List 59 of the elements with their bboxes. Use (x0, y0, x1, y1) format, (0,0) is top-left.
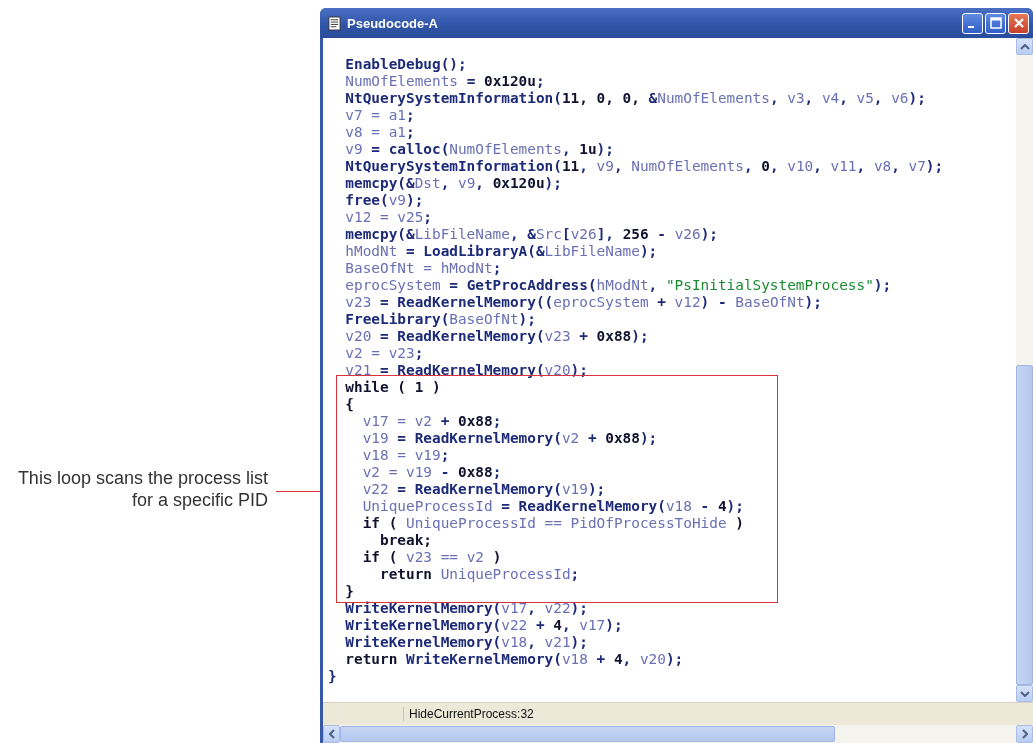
code-line: v18 = v19; (361, 447, 451, 464)
caret-up-icon (1019, 43, 1030, 50)
code-line: v22 = ReadKernelMemory(v19); (361, 481, 607, 498)
code-line: v23 = ReadKernelMemory((eprocSystem + v12) - BaseOfNt); (344, 294, 823, 311)
code-line: return UniqueProcessId; (378, 566, 581, 583)
scroll-down-button[interactable] (1016, 685, 1033, 702)
code-line: WriteKernelMemory(v17, v22); (344, 600, 589, 617)
code-line: v19 = ReadKernelMemory(v2 + 0x88); (361, 430, 659, 447)
code-line: eprocSystem = GetProcAddress(hModNt, "PsInitialSystemProcess"); (344, 277, 893, 294)
scroll-left-button[interactable] (323, 725, 340, 743)
code-line: hModNt = LoadLibraryA(&LibFileName); (344, 243, 659, 260)
code-line: FreeLibrary(BaseOfNt); (344, 311, 537, 328)
status-text: HideCurrentProcess:32 (403, 707, 534, 721)
vertical-scrollbar[interactable] (1016, 38, 1033, 702)
code-line: while ( 1 ) (344, 379, 442, 396)
code-line: WriteKernelMemory(v22 + 4, v17); (344, 617, 624, 634)
code-line: if ( v23 == v2 ) (361, 549, 503, 566)
code-line: v20 = ReadKernelMemory(v23 + 0x88); (344, 328, 650, 345)
code-line: NumOfElements = 0x120u; (344, 73, 546, 90)
code-line: return WriteKernelMemory(v18 + 4, v20); (344, 651, 685, 668)
maximize-icon (989, 17, 1002, 29)
scroll-thumb[interactable] (340, 726, 835, 742)
code-line: } (344, 583, 355, 600)
scroll-thumb[interactable] (1016, 365, 1033, 685)
scroll-up-button[interactable] (1016, 38, 1033, 55)
annotation-text: This loop scans the process list for a specific PID (16, 467, 268, 511)
leader-line (276, 491, 322, 492)
code-line: if ( UniqueProcessId == PidOfProcessToHide ) (361, 515, 745, 532)
code-line: { (344, 396, 355, 413)
caret-right-icon (1021, 729, 1028, 739)
code-line: v8 = a1; (344, 124, 416, 141)
minimize-button[interactable] (962, 12, 983, 34)
scroll-right-button[interactable] (1016, 725, 1033, 743)
close-button[interactable] (1008, 12, 1029, 34)
code-line: NtQuerySystemInformation(11, 0, 0, &NumOfElements, v3, v4, v5, v6); (344, 90, 927, 107)
code-line: UniqueProcessId = ReadKernelMemory(v18 - 4); (361, 498, 745, 515)
minimize-icon (967, 26, 974, 28)
code-line: EnableDebug(); (344, 56, 468, 73)
code-line: v2 = v23; (344, 345, 425, 362)
horizontal-scrollbar[interactable] (323, 725, 1033, 743)
code-line: memcpy(&LibFileName, &Src[v26], 256 - v26); (344, 226, 719, 243)
code-line: BaseOfNt = hModNt; (344, 260, 503, 277)
code-line: break; (378, 532, 433, 549)
code-line: WriteKernelMemory(v18, v21); (344, 634, 589, 651)
code-line: v2 = v19 - 0x88; (361, 464, 503, 481)
document-icon (328, 15, 341, 31)
window-title: Pseudocode-A (347, 15, 439, 31)
caret-down-icon (1019, 690, 1030, 697)
caret-left-icon (328, 729, 335, 739)
code-line: v17 = v2 + 0x88; (361, 413, 503, 430)
code-line: memcpy(&Dst, v9, 0x120u); (344, 175, 563, 192)
code-line: NtQuerySystemInformation(11, v9, NumOfElements, 0, v10, v11, v8, v7); (344, 158, 945, 175)
code-line: v9 = calloc(NumOfElements, 1u); (344, 141, 615, 158)
code-line: v12 = v25; (344, 209, 433, 226)
code-line: } (328, 668, 338, 685)
code-line: free(v9); (344, 192, 425, 209)
code-line: v7 = a1; (344, 107, 416, 124)
maximize-button[interactable] (985, 12, 1006, 34)
close-icon (1012, 17, 1025, 29)
